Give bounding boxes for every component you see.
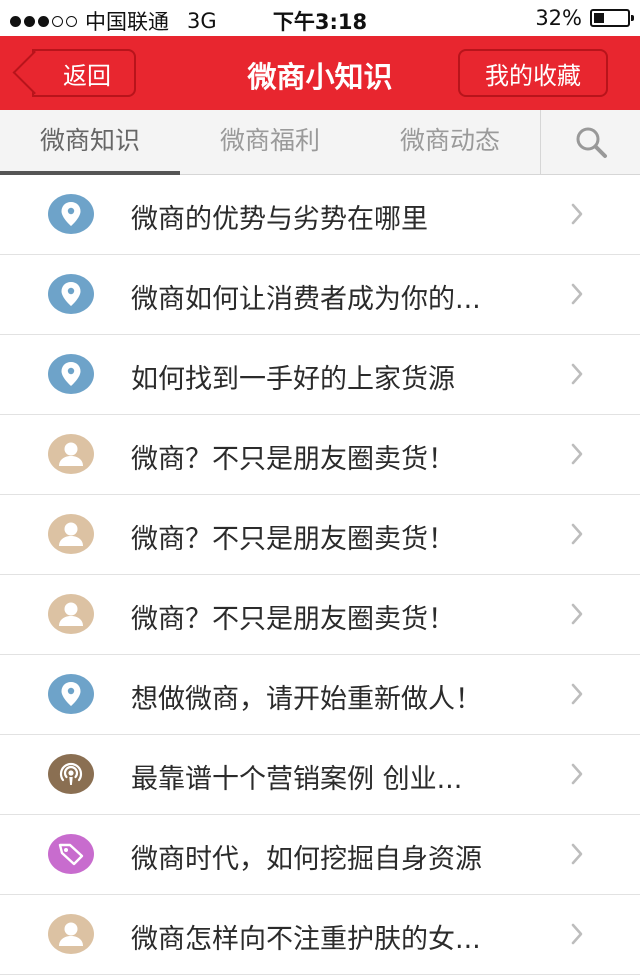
list-item[interactable]: 微商时代，如何挖掘自身资源 xyxy=(0,815,640,895)
chevron-right-icon xyxy=(570,443,584,469)
tab-benefits[interactable]: 微商福利 xyxy=(180,110,360,174)
back-button-label: 返回 xyxy=(63,61,111,90)
tab-news[interactable]: 微商动态 xyxy=(360,110,540,174)
search-button[interactable] xyxy=(540,110,640,174)
tab-bar: 微商知识 微商福利 微商动态 xyxy=(0,110,640,175)
list-item-title: 微商怎样向不注重护肤的女... xyxy=(131,924,481,955)
list-item-title: 微商时代，如何挖掘自身资源 xyxy=(131,844,482,875)
chevron-right-icon xyxy=(570,843,584,869)
chevron-right-icon xyxy=(570,923,584,949)
list-item-title: 最靠谱十个营销案例 创业... xyxy=(131,764,463,795)
person-icon xyxy=(48,434,94,474)
podcast-icon xyxy=(48,754,94,794)
list-item[interactable]: 最靠谱十个营销案例 创业... xyxy=(0,735,640,815)
chevron-right-icon xyxy=(570,683,584,709)
tag-icon xyxy=(48,834,94,874)
article-list: 微商的优势与劣势在哪里微商如何让消费者成为你的... 如何找到一手好的上家货源 微商… xyxy=(0,175,640,975)
tab-knowledge[interactable]: 微商知识 xyxy=(0,110,180,175)
chevron-right-icon xyxy=(570,203,584,229)
chevron-right-icon xyxy=(570,603,584,629)
nav-bar: 返回 微商小知识 我的收藏 xyxy=(0,36,640,110)
list-item[interactable]: 如何找到一手好的上家货源 xyxy=(0,335,640,415)
list-item-title: 微商？不只是朋友圈卖货！ xyxy=(131,604,455,635)
list-item[interactable]: 微商？不只是朋友圈卖货！ xyxy=(0,575,640,655)
list-item[interactable]: 微商怎样向不注重护肤的女... xyxy=(0,895,640,975)
person-icon xyxy=(48,914,94,954)
list-item-title: 微商如何让消费者成为你的... xyxy=(131,284,481,315)
status-right: 32% xyxy=(535,6,634,30)
my-favorites-button[interactable]: 我的收藏 xyxy=(458,49,608,97)
status-bar: 中国联通 3G 下午3:18 32% xyxy=(0,0,640,36)
list-item-title: 微商的优势与劣势在哪里 xyxy=(131,204,428,235)
list-item[interactable]: 微商？不只是朋友圈卖货！ xyxy=(0,415,640,495)
list-item-title: 微商？不只是朋友圈卖货！ xyxy=(131,444,455,475)
back-button[interactable]: 返回 xyxy=(32,49,136,97)
list-item[interactable]: 想做微商，请开始重新做人！ xyxy=(0,655,640,735)
person-icon xyxy=(48,594,94,634)
battery-percent: 32% xyxy=(535,6,582,30)
location-pin-icon xyxy=(48,194,94,234)
battery-icon xyxy=(590,9,634,27)
list-item-title: 微商？不只是朋友圈卖货！ xyxy=(131,524,455,555)
chevron-right-icon xyxy=(570,523,584,549)
list-item[interactable]: 微商的优势与劣势在哪里 xyxy=(0,175,640,255)
chevron-right-icon xyxy=(570,763,584,789)
location-pin-icon xyxy=(48,674,94,714)
location-pin-icon xyxy=(48,354,94,394)
person-icon xyxy=(48,514,94,554)
chevron-right-icon xyxy=(570,363,584,389)
chevron-right-icon xyxy=(570,283,584,309)
list-item[interactable]: 微商？不只是朋友圈卖货！ xyxy=(0,495,640,575)
list-item[interactable]: 微商如何让消费者成为你的... xyxy=(0,255,640,335)
list-item-title: 想做微商，请开始重新做人！ xyxy=(131,684,482,715)
search-icon xyxy=(576,127,607,158)
list-item-title: 如何找到一手好的上家货源 xyxy=(131,364,455,395)
location-pin-icon xyxy=(48,274,94,314)
